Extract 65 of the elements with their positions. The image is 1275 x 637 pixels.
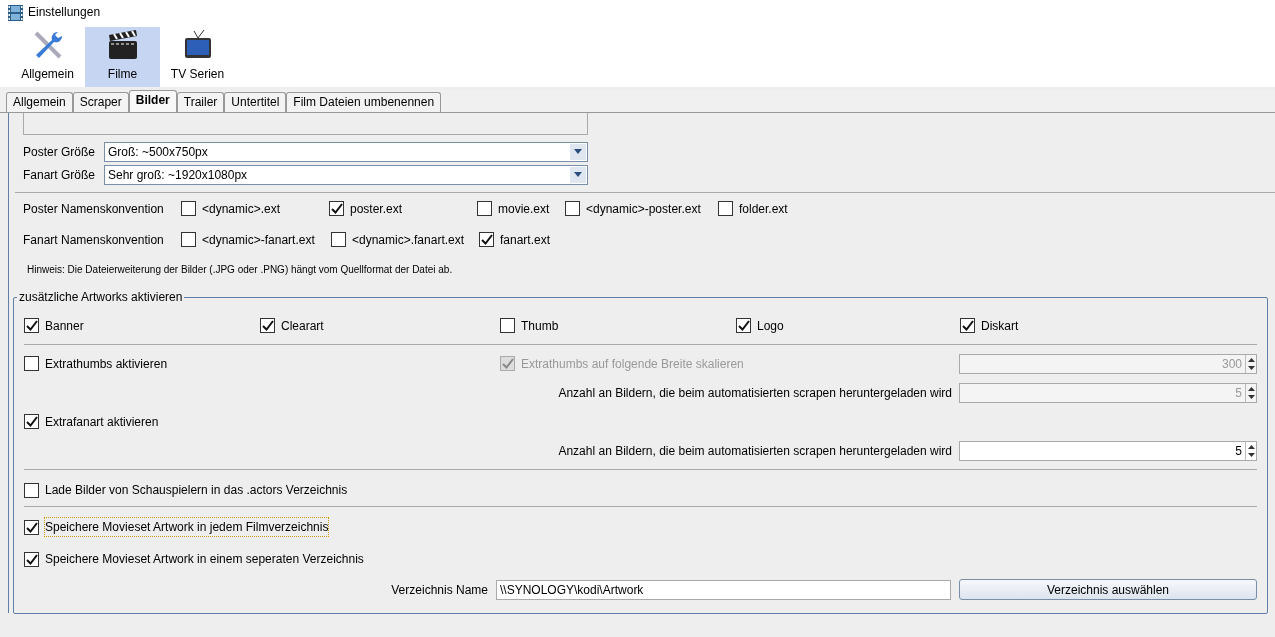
category-button[interactable]: Allgemein (10, 27, 85, 87)
checkbox-label: Extrathumbs auf folgende Breite skalieren (521, 355, 744, 373)
checkbox-label: <dynamic>.ext (202, 200, 281, 218)
film-strip-icon (8, 3, 23, 21)
checkbox-label: Speichere Movieset Artwork in jedem Filmverzeichnis (45, 518, 329, 536)
chevron-down-icon (574, 149, 582, 154)
checkbox[interactable] (260, 318, 275, 333)
category-button[interactable]: TV Serien (160, 27, 235, 87)
field-label: Fanart Größe (23, 166, 97, 184)
tab[interactable]: Trailer (176, 92, 225, 112)
checkbox[interactable] (500, 318, 515, 333)
checkbox[interactable] (24, 551, 39, 567)
checkbox-label: Logo (757, 317, 784, 335)
number-spinner[interactable]: 5 (959, 440, 1257, 461)
window-title: Einstellungen (28, 4, 101, 21)
dropdown[interactable]: Groß: ~500x750px (104, 141, 588, 162)
checkbox[interactable] (24, 318, 39, 333)
hint-text: Hinweis: Die Dateierweiterung der Bilder (.JPG oder .PNG) hängt vom Quellformat der Datei ab. (26, 262, 454, 277)
category-button[interactable]: Filme (85, 27, 160, 87)
tab[interactable]: Untertitel (224, 92, 287, 112)
checkbox[interactable] (24, 356, 39, 371)
checkbox[interactable] (736, 318, 751, 333)
checkbox-label: Extrathumbs aktivieren (45, 355, 168, 373)
checkbox[interactable] (181, 232, 196, 247)
checkbox[interactable] (960, 318, 975, 333)
checkbox-label: Lade Bilder von Schauspielern in das .actors Verzeichnis (45, 482, 348, 499)
checkbox[interactable] (24, 482, 39, 498)
text-field[interactable]: \\SYNOLOGY\kodi\Artwork (496, 579, 951, 600)
field-label: Fanart Namenskonvention (23, 231, 165, 249)
checkbox-label: Thumb (521, 317, 559, 335)
checkbox-label: Banner (45, 317, 84, 335)
checkbox[interactable] (24, 414, 39, 429)
checkbox-label: fanart.ext (500, 231, 551, 249)
checkbox-label: Diskart (981, 317, 1019, 335)
tab[interactable]: Bilder (128, 90, 177, 112)
field-label: Verzeichnis Name (391, 581, 488, 599)
checkbox-label: <dynamic>-fanart.ext (202, 231, 315, 249)
checkbox[interactable] (181, 201, 196, 216)
chevron-down-icon (574, 172, 582, 177)
checkbox-label: Extrafanart aktivieren (45, 413, 159, 431)
checkbox[interactable] (565, 201, 580, 216)
checkbox-label: Clearart (281, 317, 324, 335)
checkbox-label: <dynamic>.fanart.ext (352, 231, 465, 249)
dropdown[interactable]: Sehr groß: ~1920x1080px (104, 164, 588, 185)
checkbox-label: <dynamic>-poster.ext (586, 200, 701, 218)
choose-directory-button[interactable]: Verzeichnis auswählen (959, 579, 1257, 600)
spin-arrows-icon[interactable] (1245, 441, 1256, 460)
checkbox-label: folder.ext (739, 200, 788, 218)
checkbox[interactable] (479, 232, 494, 247)
checkbox[interactable] (24, 519, 39, 535)
checkbox[interactable] (331, 232, 346, 247)
checkbox[interactable] (329, 201, 344, 216)
tab[interactable]: Scraper (72, 92, 129, 112)
field-label: Poster Namenskonvention (23, 200, 165, 218)
checkbox-label: poster.ext (350, 200, 403, 218)
field-label: Anzahl an Bildern, die beim automatisierten scrapen heruntergeladen wird (558, 442, 952, 460)
field-label: Poster Größe (23, 143, 97, 161)
group-title: zusätzliche Artworks aktivieren (17, 290, 185, 304)
field-label: Anzahl an Bildern, die beim automatisierten scrapen heruntergeladen wird (558, 384, 952, 402)
checkbox-label: Speichere Movieset Artwork in einem seperaten Verzeichnis (45, 551, 364, 568)
tab[interactable]: Film Dateien umbenennen (286, 92, 442, 112)
checkbox[interactable] (477, 201, 492, 216)
checkbox-label: movie.ext (498, 200, 550, 218)
tab[interactable]: Allgemein (6, 92, 73, 112)
checkbox[interactable] (718, 201, 733, 216)
